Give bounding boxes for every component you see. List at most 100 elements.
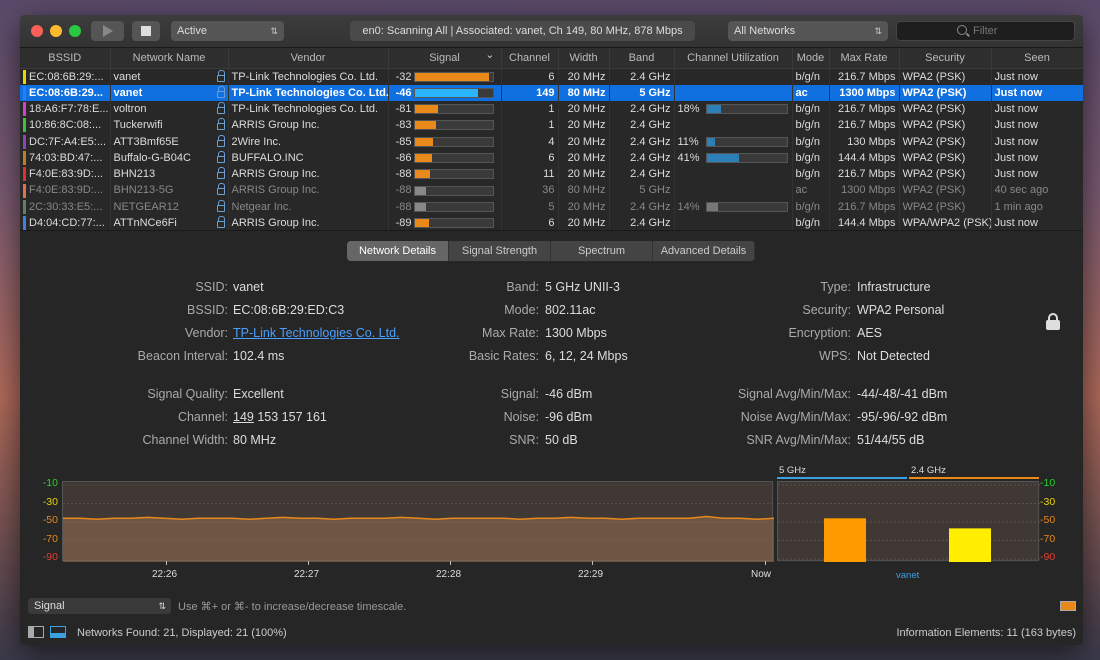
utilization-bar — [705, 136, 788, 147]
signal-bar — [413, 120, 494, 131]
y-tick-label: -10 — [42, 477, 58, 489]
network-row[interactable]: D4:04:CD:77:... ATTnNCe6Fi ARRIS Group Inc… — [20, 214, 1083, 230]
lock-icon — [216, 85, 225, 98]
max-rate-cell: 216.7 Mbps — [838, 168, 896, 181]
minimize-window-button[interactable] — [50, 25, 62, 37]
band-cell: 2.4 GHz — [630, 102, 671, 115]
seen-cell: Just now — [994, 119, 1038, 132]
column-header[interactable]: Width — [558, 48, 610, 69]
signal-bar — [413, 185, 494, 196]
mode-cell: ac — [795, 86, 808, 99]
signal-avg-value: -44/-48/-41 dBm — [857, 387, 948, 401]
close-window-button[interactable] — [31, 25, 43, 37]
zoom-window-button[interactable] — [69, 25, 81, 37]
security-cell: WPA2 (PSK) — [902, 184, 966, 197]
stop-icon — [141, 26, 151, 36]
band-24ghz-header: 2.4 GHz — [909, 464, 1039, 479]
seen-cell: Just now — [994, 151, 1038, 164]
mode-cell: b/g/n — [795, 168, 820, 181]
x-tick-label: 22:29 — [578, 569, 604, 580]
column-header[interactable]: Mode — [792, 48, 830, 69]
network-row[interactable]: F4:0E:83:9D:... BHN213 ARRIS Group Inc. -88… — [20, 165, 1083, 183]
network-color-swatch — [23, 134, 26, 149]
seen-cell: Just now — [994, 102, 1038, 115]
beacon-interval-label: Beacon Interval: — [137, 349, 228, 363]
x-tick-label: 22:27 — [294, 569, 320, 580]
lock-icon — [216, 101, 225, 114]
lock-icon — [216, 167, 225, 180]
column-header[interactable]: Max Rate — [829, 48, 900, 69]
network-row[interactable]: EC:08:6B:29:... vanet TP-Link Technologies… — [20, 68, 1083, 85]
security-cell: WPA2 (PSK) — [902, 200, 966, 213]
column-header[interactable]: BSSID — [20, 48, 111, 69]
vendor-label: Vendor: — [184, 326, 228, 340]
network-filter-select[interactable]: All Networks ⇅ — [728, 21, 888, 41]
signal-bars-svg — [778, 482, 1040, 562]
network-name-cell: ATTnNCe6Fi — [113, 217, 177, 230]
vendor-cell: TP-Link Technologies Co. Ltd. — [231, 70, 379, 83]
y-tick-label: -70 — [1040, 532, 1056, 545]
y-tick-label: -70 — [42, 532, 58, 545]
column-header[interactable]: Vendor — [228, 48, 389, 69]
bssid-cell: DC:7F:A4:E5:... — [29, 135, 107, 148]
network-row[interactable]: 18:A6:F7:78:E... voltron TP-Link Technolog… — [20, 100, 1083, 118]
play-button[interactable] — [91, 21, 124, 41]
toggle-detail-pane-icon[interactable] — [50, 626, 66, 638]
network-row[interactable]: 2C:30:33:E5:... NETGEAR12 Netgear Inc. -88 5… — [20, 198, 1083, 215]
lock-icon — [216, 118, 225, 131]
network-name-cell: Tuckerwifi — [113, 119, 163, 132]
column-header[interactable]: Signal ⌄ — [388, 48, 502, 69]
filter-search-input[interactable]: Filter — [896, 21, 1075, 41]
tab-spectrum[interactable]: Spectrum — [551, 241, 653, 261]
mode-label: Mode: — [504, 303, 539, 317]
mode-cell: b/g/n — [795, 217, 820, 230]
band-cell: 2.4 GHz — [630, 168, 671, 181]
column-header[interactable]: Channel Utilization — [674, 48, 793, 69]
tab-signal-strength[interactable]: Signal Strength — [449, 241, 551, 261]
network-row[interactable]: DC:7F:A4:E5:... ATT3Bmf65E 2Wire Inc. -85 4 2… — [20, 133, 1083, 150]
max-rate-cell: 1300 Mbps — [839, 86, 896, 99]
graph-type-select[interactable]: Signal ⇅ — [28, 598, 171, 614]
lock-icon — [216, 69, 225, 82]
toggle-sidebar-icon[interactable] — [28, 626, 44, 638]
vendor-link[interactable]: TP-Link Technologies Co. Ltd. — [233, 326, 400, 340]
lock-icon — [216, 183, 225, 196]
y-tick-label: -50 — [1040, 514, 1056, 526]
band-value: 5 GHz UNII-3 — [545, 280, 621, 294]
column-header[interactable]: Channel — [501, 48, 559, 69]
signal-bar — [413, 71, 494, 82]
network-row[interactable]: 74:03:BD:47:... Buffalo-G-B04C BUFFALO.INC… — [20, 149, 1083, 166]
tab-network-details[interactable]: Network Details — [347, 241, 449, 261]
utilization-cell: 14% — [677, 200, 700, 213]
network-row[interactable]: EC:08:6B:29... vanet TP-Link Technologies … — [20, 84, 1083, 101]
legend-swatch-icon[interactable] — [1060, 601, 1076, 611]
signal-bar — [413, 152, 494, 163]
network-row[interactable]: 10:86:8C:08:... Tuckerwifi ARRIS Group Inc… — [20, 117, 1083, 134]
column-header[interactable]: Band — [609, 48, 675, 69]
scan-status: en0: Scanning All | Associated: vanet, C… — [350, 21, 695, 41]
status-bar: Signal ⇅ Use ⌘+ or ⌘- to increase/decrea… — [20, 595, 1083, 645]
seen-cell: 1 min ago — [994, 200, 1043, 213]
column-header[interactable]: Security — [899, 48, 992, 69]
x-tick-label: 22:28 — [436, 569, 462, 580]
signal-bar — [413, 87, 494, 98]
lock-icon — [216, 216, 225, 229]
column-header[interactable]: Seen — [991, 48, 1083, 69]
bar-5ghz — [824, 518, 866, 562]
mode-select[interactable]: Active ⇅ — [171, 21, 284, 41]
column-header[interactable]: Network Name — [110, 48, 229, 69]
stop-button[interactable] — [132, 21, 160, 41]
utilization-bar — [705, 152, 788, 163]
bssid-cell: 2C:30:33:E5:... — [29, 200, 103, 213]
updown-chevron-icon: ⇅ — [158, 601, 166, 611]
security-label: Security: — [802, 303, 851, 317]
noise-value: -96 dBm — [545, 410, 593, 424]
tab-advanced-details[interactable]: Advanced Details — [653, 241, 755, 261]
signal-value-cell: -86 — [395, 151, 412, 164]
network-name-cell: ATT3Bmf65E — [113, 135, 179, 148]
x-tick-label: 22:26 — [152, 569, 178, 580]
network-row[interactable]: F4:0E:83:9D:... BHN213-5G ARRIS Group Inc.… — [20, 182, 1083, 199]
security-cell: WPA/WPA2 (PSK) — [902, 217, 991, 230]
details-column-3: Type: Infrastructure Security: WPA2 Pers… — [720, 280, 1080, 460]
channel-width-label: Channel Width: — [142, 433, 228, 447]
